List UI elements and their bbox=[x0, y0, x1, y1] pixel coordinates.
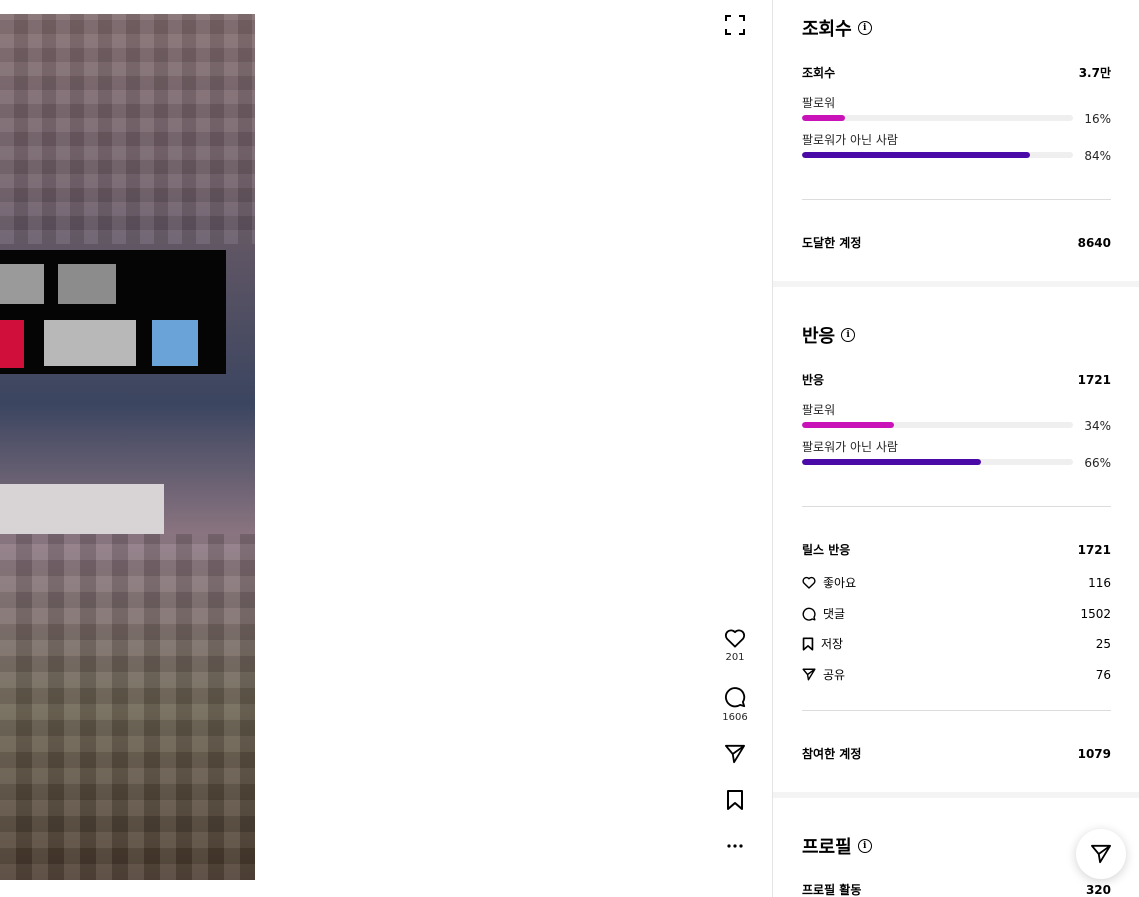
reached-accounts-value: 8640 bbox=[1077, 235, 1111, 250]
reactions-total-label: 반응 bbox=[802, 373, 825, 387]
saves-label: 저장 bbox=[821, 637, 844, 651]
views-total-label: 조회수 bbox=[802, 66, 836, 80]
divider bbox=[802, 199, 1111, 200]
heart-icon bbox=[724, 629, 746, 648]
views-nonfollowers-fill bbox=[802, 152, 1030, 158]
views-total-value: 3.7만 bbox=[1078, 66, 1111, 80]
reactions-total-row: 반응 1721 bbox=[802, 371, 1111, 388]
section-separator bbox=[773, 792, 1139, 798]
expand-button[interactable] bbox=[712, 14, 758, 36]
section-separator bbox=[773, 281, 1139, 287]
reactions-followers-label: 팔로워 bbox=[802, 403, 836, 417]
send-icon bbox=[802, 668, 816, 681]
views-nonfollowers-bar bbox=[802, 152, 1073, 158]
likes-row: 좋아요 116 bbox=[802, 574, 1111, 591]
reactions-nonfollowers-label: 팔로워가 아닌 사람 bbox=[802, 440, 898, 454]
views-title: 조회수 i bbox=[802, 15, 872, 41]
bookmark-icon bbox=[802, 636, 814, 651]
views-followers-fill bbox=[802, 115, 846, 121]
reels-reactions-value: 1721 bbox=[1077, 542, 1111, 557]
reactions-nonfollowers-fill bbox=[802, 459, 981, 465]
divider bbox=[802, 506, 1111, 507]
video-pixel-overlay bbox=[0, 14, 255, 244]
save-button[interactable] bbox=[712, 789, 758, 811]
likes-label: 좋아요 bbox=[823, 576, 857, 590]
views-followers-label: 팔로워 bbox=[802, 96, 836, 110]
reached-accounts-label: 도달한 계정 bbox=[802, 236, 862, 250]
profile-activity-row: 프로필 활동 320 bbox=[802, 881, 1111, 897]
like-count: 201 bbox=[725, 652, 745, 663]
insights-panel: 조회수 i 조회수 3.7만 팔로워 16% 팔로워가 아닌 사람 84% 도달… bbox=[773, 0, 1139, 897]
engaged-accounts-row[interactable]: 참여한 계정 1079 bbox=[802, 745, 1111, 762]
comment-count: 1606 bbox=[722, 712, 748, 723]
more-options-button[interactable] bbox=[712, 836, 758, 856]
video-pixel-overlay-bottom bbox=[0, 534, 255, 880]
shares-label: 공유 bbox=[823, 668, 846, 682]
reels-reactions-label: 릴스 반응 bbox=[802, 543, 851, 557]
video-caption-box bbox=[0, 250, 226, 374]
views-followers-bar bbox=[802, 115, 1073, 121]
views-nonfollowers-label: 팔로워가 아닌 사람 bbox=[802, 133, 898, 147]
heart-icon bbox=[802, 576, 816, 589]
reactions-followers-pct: 34% bbox=[1084, 419, 1111, 433]
reactions-nonfollowers-pct: 66% bbox=[1084, 456, 1111, 470]
comments-label: 댓글 bbox=[823, 607, 846, 621]
bookmark-icon bbox=[727, 790, 743, 810]
info-icon[interactable]: i bbox=[841, 328, 856, 342]
reels-reactions-row: 릴스 반응 1721 bbox=[802, 541, 1111, 558]
comment-button[interactable]: 1606 bbox=[712, 686, 758, 723]
reactions-followers-bar bbox=[802, 422, 1073, 428]
views-nonfollowers-pct: 84% bbox=[1084, 149, 1111, 163]
reel-actions: 201 1606 bbox=[712, 0, 758, 897]
comments-row: 댓글 1502 bbox=[802, 605, 1111, 622]
profile-title: 프로필 i bbox=[802, 833, 872, 859]
reactions-total-value: 1721 bbox=[1077, 372, 1111, 387]
views-followers-pct: 16% bbox=[1084, 112, 1111, 126]
like-button[interactable]: 201 bbox=[712, 628, 758, 663]
shares-value: 76 bbox=[1095, 667, 1111, 682]
reactions-title-text: 반응 bbox=[802, 326, 836, 347]
reel-insights-screen: 201 1606 조회수 i 조회수 3.7만 팔로워 16% 팔로워가 아닌 … bbox=[0, 0, 1139, 897]
send-icon bbox=[725, 744, 745, 764]
reactions-followers-fill bbox=[802, 422, 895, 428]
send-icon bbox=[1090, 844, 1111, 864]
likes-value: 116 bbox=[1088, 575, 1111, 590]
share-fab-button[interactable] bbox=[1076, 829, 1126, 879]
comments-value: 1502 bbox=[1080, 606, 1111, 621]
views-total-row: 조회수 3.7만 bbox=[802, 64, 1111, 81]
saves-row: 저장 25 bbox=[802, 635, 1111, 652]
reactions-title: 반응 i bbox=[802, 322, 856, 348]
expand-icon bbox=[725, 15, 745, 35]
comment-icon bbox=[725, 687, 746, 708]
divider bbox=[802, 710, 1111, 711]
reel-video[interactable] bbox=[0, 14, 255, 880]
more-icon bbox=[727, 844, 743, 848]
saves-value: 25 bbox=[1095, 636, 1111, 651]
video-text-bar bbox=[0, 484, 164, 534]
reactions-nonfollowers-bar bbox=[802, 459, 1073, 465]
profile-activity-label: 프로필 활동 bbox=[802, 883, 862, 897]
engaged-accounts-label: 참여한 계정 bbox=[802, 747, 862, 761]
comment-icon bbox=[802, 607, 816, 621]
profile-title-text: 프로필 bbox=[802, 837, 852, 858]
share-button[interactable] bbox=[712, 744, 758, 764]
info-icon[interactable]: i bbox=[857, 839, 872, 853]
info-icon[interactable]: i bbox=[857, 21, 872, 35]
reached-accounts-row[interactable]: 도달한 계정 8640 bbox=[802, 234, 1111, 251]
views-title-text: 조회수 bbox=[802, 19, 852, 40]
engaged-accounts-value: 1079 bbox=[1077, 746, 1111, 761]
shares-row: 공유 76 bbox=[802, 666, 1111, 683]
profile-activity-value: 320 bbox=[1085, 882, 1111, 897]
